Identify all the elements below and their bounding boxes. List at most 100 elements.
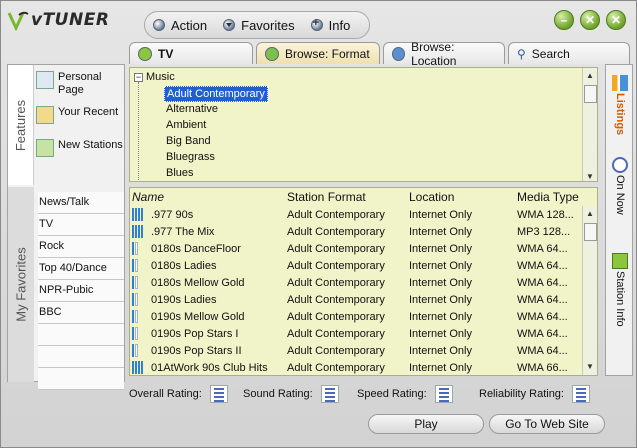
close-icon: ✕ — [610, 13, 622, 27]
logo-text: vTUNER — [31, 10, 110, 30]
station-name-cell: 0190s Pop Stars I — [130, 327, 287, 340]
tree-item[interactable]: Adult Contemporary — [164, 86, 268, 102]
collapse-icon[interactable]: − — [134, 72, 143, 82]
table-row[interactable]: 0190s Pop Stars I Adult Contemporary Inter… — [130, 325, 597, 342]
media-type-cell: WMA 64... — [517, 293, 568, 306]
favorite-empty-slot[interactable] — [38, 324, 124, 346]
feature-personal-page[interactable]: Personal Page — [36, 71, 124, 97]
favorite-item[interactable]: Top 40/Dance — [38, 258, 124, 280]
station-format-cell: Adult Contemporary — [287, 310, 385, 323]
minimize-button[interactable]: – — [554, 10, 574, 30]
listing-scrollbar[interactable]: ▲ ▼ — [582, 206, 597, 375]
station-format-cell: Adult Contemporary — [287, 242, 385, 255]
favorite-item[interactable]: News/Talk — [38, 192, 124, 214]
favorite-item[interactable]: Rock — [38, 236, 124, 258]
globe-icon — [392, 46, 406, 61]
feature-new-stations[interactable]: New Stations — [36, 139, 124, 157]
favorites-list: News/Talk TV Rock Top 40/Dance NPR-Pubic… — [38, 192, 124, 390]
column-header-media[interactable]: Media Type — [517, 190, 583, 204]
menu-action[interactable]: Action — [153, 18, 207, 33]
table-row[interactable]: 0190s Pop Stars II Adult Contemporary Inte… — [130, 342, 597, 359]
favorite-empty-slot[interactable] — [38, 368, 124, 390]
station-info-icon — [612, 253, 628, 269]
table-row[interactable]: 01AtWork 90s Club Hits Adult Contemporary… — [130, 359, 597, 376]
tab-my-favorites[interactable]: My Favorites — [8, 187, 34, 382]
station-name-cell: 0190s Ladies — [130, 293, 287, 306]
tree-scrollbar[interactable]: ▲ ▼ — [582, 68, 597, 181]
play-button[interactable]: Play — [368, 414, 484, 434]
tab-browse-format[interactable]: Browse: Format — [256, 42, 380, 64]
go-to-web-site-button[interactable]: Go To Web Site — [489, 414, 605, 434]
favorite-item[interactable]: TV — [38, 214, 124, 236]
table-row[interactable]: 0190s Ladies Adult Contemporary Internet O… — [130, 291, 597, 308]
table-row[interactable]: 0180s Mellow Gold Adult Contemporary Inter… — [130, 274, 597, 291]
menu-info[interactable]: Info — [310, 17, 350, 33]
media-type-cell: WMA 66... — [517, 361, 568, 374]
rating-icon[interactable] — [209, 385, 228, 403]
column-header-name[interactable]: Name — [130, 190, 287, 204]
station-name: 01AtWork 90s Club Hits — [151, 361, 268, 374]
media-type-cell: WMA 64... — [517, 259, 568, 272]
tree-root-music[interactable]: − Music — [134, 71, 175, 83]
restore-button[interactable]: ✕ — [580, 10, 600, 30]
scroll-down-icon[interactable]: ▼ — [583, 359, 597, 374]
vtuner-logo: vTUNER — [7, 7, 117, 33]
rating-icon[interactable] — [434, 385, 453, 403]
tree-item[interactable]: Bluegrass — [164, 150, 268, 166]
tab-tv[interactable]: TV — [129, 42, 253, 64]
media-type-cell: WMA 64... — [517, 276, 568, 289]
column-header-location[interactable]: Location — [409, 190, 517, 204]
new-stations-icon — [36, 139, 54, 157]
table-row[interactable]: .977 The Mix Adult Contemporary Internet O… — [130, 223, 597, 240]
scroll-up-icon[interactable]: ▲ — [583, 206, 597, 221]
format-tree: − Music Adult Contemporary Alternative A… — [129, 67, 598, 182]
favorite-item[interactable]: BBC — [38, 302, 124, 324]
sound-rating-label: Sound Rating: — [243, 388, 313, 400]
favorite-item[interactable]: NPR-Pubic — [38, 280, 124, 302]
scroll-thumb[interactable] — [583, 223, 597, 241]
station-location-cell: Internet Only — [409, 310, 472, 323]
scroll-up-icon[interactable]: ▲ — [583, 68, 597, 83]
station-name-cell: .977 The Mix — [130, 225, 287, 238]
tab-listings[interactable]: Listings — [606, 75, 634, 135]
close-button[interactable]: ✕ — [606, 10, 626, 30]
tab-station-info[interactable]: Station Info — [606, 253, 634, 327]
tab-bar: TV Browse: Format Browse: Location ⚲ Sea… — [129, 40, 630, 68]
clock-icon — [612, 157, 628, 173]
column-header-format[interactable]: Station Format — [287, 190, 409, 204]
station-name: 0180s DanceFloor — [151, 242, 241, 255]
rating-icon[interactable] — [320, 385, 339, 403]
rating-icon[interactable] — [571, 385, 590, 403]
menu-favorites[interactable]: Favorites — [223, 18, 295, 33]
station-format-cell: Adult Contemporary — [287, 344, 385, 357]
tree-item[interactable]: Blues — [164, 166, 268, 182]
tab-browse-format-label: Browse: Format — [285, 46, 370, 61]
feature-your-recent[interactable]: Your Recent — [36, 106, 124, 124]
scroll-thumb[interactable] — [583, 85, 597, 103]
personal-page-icon — [36, 71, 54, 89]
station-name-cell: .977 90s — [130, 208, 287, 221]
scroll-down-icon[interactable]: ▼ — [583, 169, 597, 184]
tree-item[interactable]: Ambient — [164, 118, 268, 134]
tab-on-now[interactable]: On Now — [606, 157, 634, 215]
table-row[interactable]: 0180s DanceFloor Adult Contemporary Intern… — [130, 240, 597, 257]
menu-action-label: Action — [171, 17, 208, 33]
favorite-empty-slot[interactable] — [38, 346, 124, 368]
media-type-cell: MP3 128... — [517, 225, 571, 238]
tab-features[interactable]: Features — [8, 65, 34, 185]
station-format-cell: Adult Contemporary — [287, 259, 385, 272]
table-row[interactable]: 0190s Mellow Gold Adult Contemporary Inter… — [130, 308, 597, 325]
station-location-cell: Internet Only — [409, 208, 472, 221]
tree-item[interactable]: Alternative — [164, 102, 268, 118]
tab-search[interactable]: ⚲ Search — [508, 42, 630, 64]
tree-item[interactable]: Big Band — [164, 134, 268, 150]
table-row[interactable]: .977 90s Adult Contemporary Internet Only W… — [130, 206, 597, 223]
tab-my-favorites-label: My Favorites — [13, 247, 29, 322]
chevron-down-icon — [223, 19, 236, 31]
reliability-rating-label: Reliability Rating: — [479, 388, 564, 400]
format-icon — [265, 46, 279, 61]
tab-browse-location[interactable]: Browse: Location — [383, 40, 505, 68]
listing-rows: .977 90s Adult Contemporary Internet Only W… — [130, 206, 597, 376]
listings-icon — [612, 75, 628, 91]
table-row[interactable]: 0180s Ladies Adult Contemporary Internet O… — [130, 257, 597, 274]
